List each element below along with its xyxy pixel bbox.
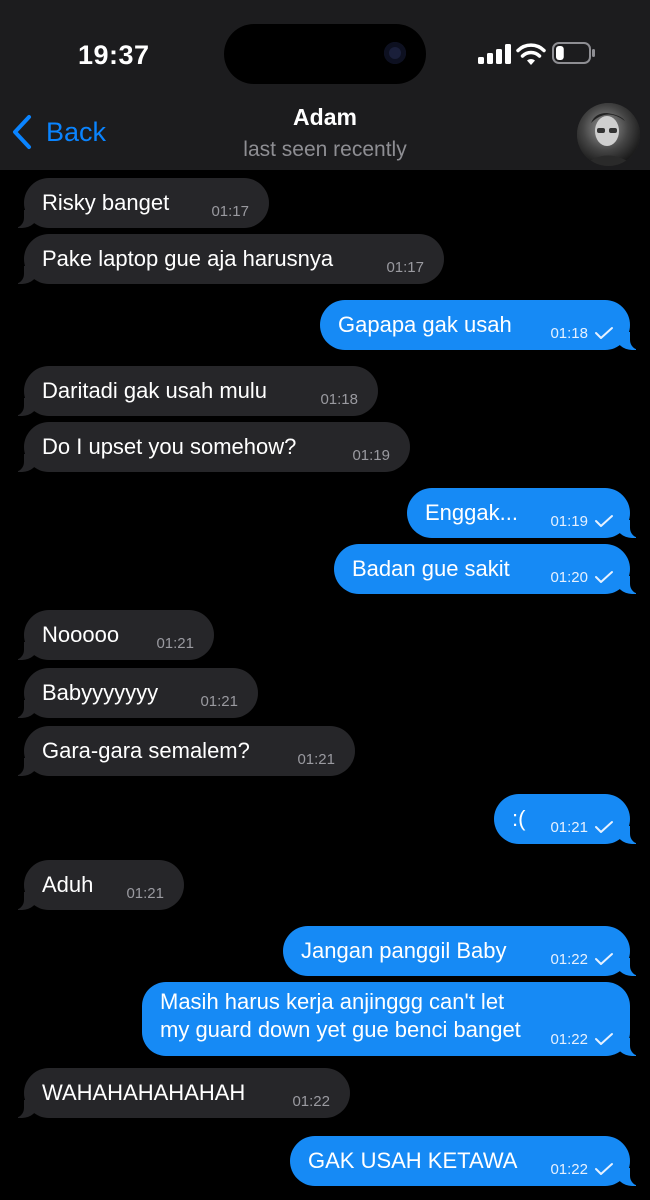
message-text: Do I upset you somehow?	[42, 434, 297, 459]
message-text: Daritadi gak usah mulu	[42, 378, 268, 403]
cellular-signal-icon	[478, 44, 511, 64]
message-timestamp: 01:18	[320, 391, 358, 408]
message-timestamp: 01:22	[550, 1161, 588, 1178]
message-text: Nooooo	[42, 622, 120, 647]
message-timestamp: 01:21	[550, 819, 588, 836]
message-text: Babyyyyyyy	[42, 680, 159, 705]
checkmark-icon	[595, 1163, 613, 1175]
status-time: 19:37	[78, 40, 150, 70]
message-timestamp: 01:19	[352, 447, 390, 464]
avatar[interactable]	[577, 103, 640, 166]
checkmark-icon	[595, 953, 613, 965]
message-text: Masih harus kerja anjinggg can't let my …	[160, 989, 521, 1042]
outgoing-message-bubble[interactable]: Jangan panggil Baby 01:22	[283, 926, 642, 976]
message-timestamp: 01:22	[292, 1093, 330, 1110]
message-text: Jangan panggil Baby	[301, 938, 507, 963]
incoming-message-bubble[interactable]: Pake laptop gue aja harusnya 01:17	[12, 234, 444, 284]
message-timestamp: 01:22	[550, 1031, 588, 1048]
message-timestamp: 01:20	[550, 569, 588, 586]
incoming-message-bubble[interactable]: Nooooo 01:21	[12, 610, 214, 660]
incoming-message-bubble[interactable]: WAHAHAHAHAHAH 01:22	[12, 1068, 350, 1118]
outgoing-message-bubble[interactable]: :( 01:21	[494, 794, 642, 844]
message-text: :(	[512, 806, 526, 831]
message-timestamp: 01:18	[550, 325, 588, 342]
checkmark-icon	[595, 571, 613, 583]
checkmark-icon	[595, 515, 613, 527]
message-text: WAHAHAHAHAHAH	[42, 1080, 246, 1105]
battery-icon	[552, 42, 595, 64]
message-text: Aduh	[42, 872, 94, 897]
message-text: Enggak...	[425, 500, 518, 525]
message-timestamp: 01:21	[126, 885, 164, 902]
contact-status: last seen recently	[243, 138, 407, 161]
incoming-message-bubble[interactable]: Gara-gara semalem? 01:21	[12, 726, 355, 776]
outgoing-message-bubble[interactable]: Enggak... 01:19	[407, 488, 642, 538]
message-timestamp: 01:17	[386, 259, 424, 276]
incoming-message-bubble[interactable]: Aduh 01:21	[12, 860, 184, 910]
message-text: Badan gue sakit	[352, 556, 510, 581]
message-list[interactable]: Risky banget 01:17 Pake laptop gue aja har…	[0, 170, 650, 1200]
message-text: GAK USAH KETAWA	[308, 1148, 518, 1173]
message-timestamp: 01:22	[550, 951, 588, 968]
checkmark-icon	[595, 1033, 613, 1045]
incoming-message-bubble[interactable]: Daritadi gak usah mulu 01:18	[12, 366, 378, 416]
outgoing-message-bubble[interactable]: GAK USAH KETAWA 01:22	[290, 1136, 642, 1186]
incoming-message-bubble[interactable]: Do I upset you somehow? 01:19	[12, 422, 410, 472]
message-timestamp: 01:19	[550, 513, 588, 530]
message-text: Gara-gara semalem?	[42, 738, 250, 763]
message-timestamp: 01:21	[156, 635, 194, 652]
contact-name[interactable]: Adam	[0, 104, 650, 131]
incoming-message-bubble[interactable]: Risky banget 01:17	[12, 178, 269, 228]
camera-icon	[384, 42, 406, 64]
wifi-icon	[516, 43, 546, 65]
message-text: Gapapa gak usah	[338, 312, 512, 337]
outgoing-message-bubble[interactable]: Badan gue sakit 01:20	[334, 544, 642, 594]
message-text: Pake laptop gue aja harusnya	[42, 246, 334, 271]
checkmark-icon	[595, 327, 613, 339]
chat-header: Back Adam last seen recently	[0, 100, 650, 170]
message-timestamp: 01:17	[211, 203, 249, 220]
message-timestamp: 01:21	[200, 693, 238, 710]
message-text: Risky banget	[42, 190, 170, 215]
status-bar: 19:37	[0, 0, 650, 100]
checkmark-icon	[595, 821, 613, 833]
incoming-message-bubble[interactable]: Babyyyyyyy 01:21	[12, 668, 258, 718]
avatar-photo	[577, 103, 640, 166]
message-timestamp: 01:21	[297, 751, 335, 768]
outgoing-message-bubble[interactable]: Gapapa gak usah 01:18	[320, 300, 642, 350]
outgoing-message-bubble[interactable]: Masih harus kerja anjinggg can't let my …	[142, 982, 642, 1056]
